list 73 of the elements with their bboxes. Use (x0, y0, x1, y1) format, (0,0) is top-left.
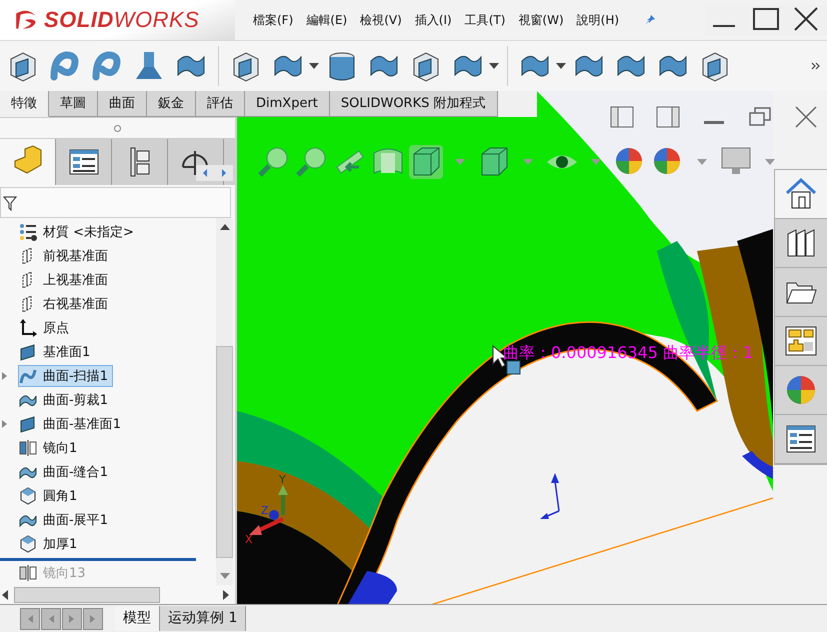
nav-button[interactable] (41, 608, 61, 630)
view-tool-icon[interactable] (409, 145, 443, 180)
scroll-thumb[interactable] (14, 586, 160, 603)
tree-item[interactable]: 曲面-剪裁1 (18, 389, 113, 412)
tree-item[interactable]: 曲面-扫描1 (18, 365, 113, 388)
tree-item[interactable]: 上视基准面 (18, 269, 113, 292)
menu-item[interactable]: 工具(T) (464, 12, 506, 28)
menu-item[interactable]: 說明(H) (576, 12, 620, 28)
layout-icon (784, 324, 818, 358)
tile-window-icon[interactable] (655, 105, 681, 130)
menu-item[interactable]: 檔案(F) (253, 12, 294, 28)
tree-item[interactable]: 曲面-基准面1 (18, 413, 126, 436)
expand-arrow-icon[interactable] (2, 372, 8, 380)
menu-item[interactable]: 檢視(V) (360, 12, 402, 28)
more-icon[interactable] (811, 61, 821, 72)
axis-label: Z (261, 504, 269, 518)
command-tab[interactable]: 評估 (196, 91, 245, 118)
square-marker-icon (506, 360, 520, 375)
tree-item[interactable]: 曲面-缝合1 (18, 461, 113, 484)
cube-icon (19, 535, 37, 554)
nav-button[interactable] (20, 608, 40, 630)
caret-icon[interactable] (489, 63, 499, 70)
plane-icon (19, 343, 37, 362)
rollback-bar[interactable] (0, 558, 196, 562)
nav-button[interactable] (83, 608, 103, 630)
command-tab[interactable]: 鈑金 (147, 91, 196, 118)
reference-triad-icon (540, 473, 560, 520)
tree-item[interactable]: 前视基准面 (18, 245, 113, 268)
sheet-tab[interactable]: 模型 (115, 606, 160, 632)
scroll-up-icon[interactable] (220, 224, 230, 230)
vertical-scrollbar[interactable] (216, 218, 233, 586)
tree-item[interactable]: 加厚1 (18, 533, 82, 556)
axis-label: X (245, 533, 253, 546)
mirror-icon (19, 564, 37, 582)
tree-item[interactable]: 圓角1 (18, 485, 82, 508)
tree-item[interactable]: 右视基准面 (18, 293, 113, 316)
tree-item[interactable]: 镜向1 (18, 437, 82, 460)
scroll-right-icon[interactable] (223, 590, 229, 600)
home-icon (784, 177, 818, 212)
scroll-left-icon[interactable] (2, 590, 8, 600)
menu-item[interactable]: 插入(I) (414, 12, 452, 28)
menu-item[interactable]: 視窗(W) (518, 12, 564, 28)
mirror-icon (19, 439, 37, 458)
command-tab[interactable]: 草圖 (49, 91, 98, 118)
scroll-down-icon[interactable] (220, 573, 230, 580)
material-icon (19, 223, 37, 242)
filter-icon[interactable] (3, 194, 17, 211)
expand-arrow-icon[interactable] (2, 420, 8, 428)
caret-icon[interactable] (309, 63, 319, 70)
scroll-thumb[interactable] (216, 346, 233, 558)
origin-axes-icon (19, 319, 37, 338)
menu-item[interactable]: 編輯(E) (306, 12, 348, 28)
tile-window-icon[interactable] (609, 105, 635, 130)
tree-item[interactable]: 原点 (18, 317, 74, 340)
tree-item[interactable]: 曲面-展平1 (18, 509, 113, 532)
tree-item[interactable]: 材質 <未指定> (18, 221, 139, 244)
tree-item[interactable]: 基准面1 (18, 341, 96, 364)
caret-icon[interactable] (556, 63, 566, 70)
command-tab[interactable]: 曲面 (98, 91, 147, 118)
panel-tab[interactable] (0, 138, 56, 186)
logo-text: SOLIDWORKS (44, 7, 200, 33)
command-tab[interactable]: DimXpert (245, 91, 330, 118)
axis-label: Y (279, 473, 286, 486)
nav-button[interactable] (62, 608, 82, 630)
cube-icon (19, 487, 37, 506)
curve-icon (19, 367, 37, 386)
sheet-tab[interactable]: 运动算例 1 (160, 606, 246, 632)
task-pane-button[interactable] (775, 170, 827, 220)
plane-icon (19, 415, 37, 434)
close-icon[interactable] (793, 105, 819, 130)
pin-icon[interactable] (644, 14, 656, 26)
axis-triad-icon (249, 485, 288, 536)
command-tab[interactable]: SOLIDWORKS 附加程式 (330, 91, 498, 118)
